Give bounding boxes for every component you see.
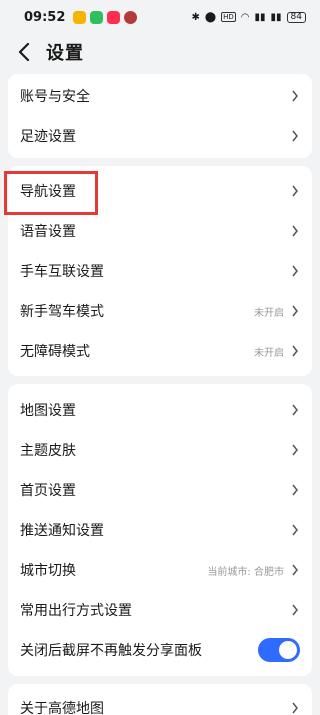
highlight-box [4, 171, 98, 215]
row-city-switch[interactable]: 城市切换 当前城市: 合肥市 [8, 550, 312, 590]
chevron-right-icon [290, 304, 300, 318]
row-theme-skin[interactable]: 主题皮肤 [8, 430, 312, 470]
app-icon [124, 10, 138, 24]
page-title: 设置 [46, 43, 84, 64]
status-time: 09:52 [24, 9, 66, 25]
battery-icon: 84 [286, 11, 306, 23]
hd-icon: HD [221, 12, 236, 22]
row-voice-settings[interactable]: 语音设置 [8, 211, 312, 251]
row-value: 未开启 [254, 347, 284, 359]
chevron-right-icon [290, 264, 300, 278]
screenshot-share-toggle[interactable] [258, 638, 300, 662]
toggle-knob [279, 641, 297, 659]
row-map-settings[interactable]: 地图设置 [8, 390, 312, 430]
chevron-right-icon [290, 184, 300, 198]
chevron-right-icon [290, 483, 300, 497]
row-value: 当前城市: 合肥市 [207, 566, 284, 578]
row-footprint-settings[interactable]: 足迹设置 [8, 116, 312, 156]
chevron-right-icon [290, 563, 300, 577]
header: 设置 [0, 34, 320, 70]
row-label: 地图设置 [20, 403, 76, 419]
back-arrow-icon[interactable] [14, 42, 34, 62]
navigation-group: 导航设置 语音设置 手车互联设置 新手驾车模式 未开启 无障碍模式 未开启 [4, 166, 312, 376]
row-label: 足迹设置 [20, 129, 76, 145]
row-label: 推送通知设置 [20, 523, 104, 539]
general-group: 地图设置 主题皮肤 首页设置 推送通知设置 城市切换 当前城市: 合肥市 常用出… [8, 384, 312, 676]
row-accessibility-mode[interactable]: 无障碍模式 未开启 [8, 331, 312, 371]
chevron-right-icon [290, 603, 300, 617]
chevron-right-icon [290, 701, 300, 715]
row-label: 新手驾车模式 [20, 304, 104, 320]
bluetooth-icon: ✱ [191, 11, 200, 23]
signal-icon: ▮▮ [254, 11, 266, 23]
location-icon: ⬤ [204, 11, 217, 23]
row-label: 城市切换 [20, 563, 76, 579]
row-label: 账号与安全 [20, 89, 90, 105]
row-label: 手车互联设置 [20, 264, 104, 280]
account-group: 账号与安全 足迹设置 [8, 74, 312, 158]
row-label: 无障碍模式 [20, 344, 90, 360]
row-common-travel-mode[interactable]: 常用出行方式设置 [8, 590, 312, 630]
chat-app-icon [90, 10, 104, 24]
row-screenshot-share-panel: 关闭后截屏不再触发分享面板 [8, 630, 312, 670]
wifi-icon: ◠ [240, 11, 250, 23]
chevron-right-icon [290, 129, 300, 143]
row-phone-car-link[interactable]: 手车互联设置 [8, 251, 312, 291]
chevron-right-icon [290, 403, 300, 417]
signal-icon-2: ▮▮ [270, 11, 282, 23]
chevron-right-icon [290, 344, 300, 358]
status-right: ✱ ⬤ HD ◠ ▮▮ ▮▮ 84 [191, 11, 306, 23]
row-novice-driving-mode[interactable]: 新手驾车模式 未开启 [8, 291, 312, 331]
row-push-notification-settings[interactable]: 推送通知设置 [8, 510, 312, 550]
row-home-settings[interactable]: 首页设置 [8, 470, 312, 510]
status-bar: 09:52 ✱ ⬤ HD ◠ ▮▮ ▮▮ 84 [0, 0, 320, 34]
row-about-amap[interactable]: 关于高德地图 [8, 688, 312, 715]
row-label: 首页设置 [20, 483, 76, 499]
notification-icons [73, 10, 138, 24]
chevron-right-icon [290, 523, 300, 537]
about-group: 关于高德地图 [8, 684, 312, 715]
row-label: 关于高德地图 [20, 701, 104, 715]
chevron-right-icon [290, 89, 300, 103]
row-label: 主题皮肤 [20, 443, 76, 459]
row-label: 常用出行方式设置 [20, 603, 132, 619]
xiaohongshu-icon [107, 10, 121, 24]
row-label: 关闭后截屏不再触发分享面板 [20, 643, 202, 659]
weibo-icon [73, 10, 87, 24]
row-navigation-settings[interactable]: 导航设置 [4, 171, 312, 215]
chevron-right-icon [290, 443, 300, 457]
row-account-security[interactable]: 账号与安全 [8, 76, 312, 116]
row-value: 未开启 [254, 307, 284, 319]
row-label: 语音设置 [20, 224, 76, 240]
chevron-right-icon [290, 224, 300, 238]
